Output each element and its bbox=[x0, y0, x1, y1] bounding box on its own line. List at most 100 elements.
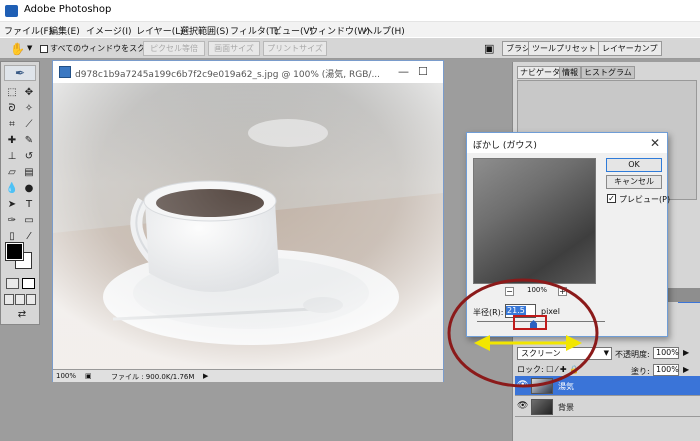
screen-mode-3-icon[interactable] bbox=[26, 294, 36, 305]
radius-slider-track[interactable] bbox=[477, 321, 605, 322]
menu-edit[interactable]: 編集(E) bbox=[49, 24, 80, 37]
zoom-out-button[interactable]: − bbox=[505, 287, 514, 296]
menu-image[interactable]: イメージ(I) bbox=[86, 24, 132, 37]
crop-tool-icon[interactable]: ⌗ bbox=[4, 118, 20, 132]
print-size-button[interactable]: プリントサイズ bbox=[263, 41, 327, 56]
app-title: Adobe Photoshop bbox=[24, 4, 112, 15]
magic-wand-icon[interactable]: ✧ bbox=[21, 102, 37, 116]
layer-row[interactable]: 👁 背景 bbox=[515, 397, 700, 417]
lasso-tool-icon[interactable]: ᘐ bbox=[4, 102, 20, 116]
gradient-tool-icon[interactable]: ▤ bbox=[21, 166, 37, 180]
eye-icon[interactable]: 👁 bbox=[517, 401, 528, 411]
quickmask-mode-icon[interactable] bbox=[22, 278, 35, 289]
image-canvas[interactable] bbox=[53, 83, 443, 369]
notes-tool-icon[interactable]: ▯ bbox=[4, 230, 20, 244]
brush-tool-icon[interactable]: ✎ bbox=[21, 134, 37, 148]
standard-mode-icon[interactable] bbox=[6, 278, 19, 289]
menu-filter[interactable]: フィルタ(T) bbox=[230, 24, 278, 37]
menu-help[interactable]: ヘルプ(H) bbox=[364, 24, 405, 37]
hand-tool-icon[interactable]: ✋ bbox=[10, 42, 25, 56]
screen-mode-2-icon[interactable] bbox=[15, 294, 25, 305]
chevron-down-icon[interactable]: ▼ bbox=[27, 44, 32, 52]
menu-view[interactable]: ビュー(V) bbox=[273, 24, 313, 37]
opacity-label: 不透明度: bbox=[615, 350, 650, 359]
zoom-in-button[interactable]: + bbox=[558, 287, 567, 296]
layer-name: 背景 bbox=[558, 403, 574, 412]
image-file-icon bbox=[59, 66, 71, 78]
blend-mode-select[interactable]: スクリーン ▼ bbox=[517, 347, 612, 360]
dialog-title: ぼかし (ガウス) bbox=[473, 141, 537, 151]
pen-tool-icon[interactable]: ✑ bbox=[4, 214, 20, 228]
lock-row: ロック: ☐ ⁄ ✚ 🔒 bbox=[517, 364, 579, 375]
tab-tool-presets[interactable]: ツールプリセット bbox=[528, 41, 600, 56]
gaussian-blur-dialog: ぼかし (ガウス) ✕ − 100% + OK キャンセル ✓ プレビュー(P)… bbox=[466, 132, 671, 337]
stamp-tool-icon[interactable]: ⊥ bbox=[4, 150, 20, 164]
jump-to-imageready-icon[interactable]: ⇄ bbox=[11, 308, 33, 322]
play-icon[interactable]: ▶ bbox=[203, 372, 208, 380]
zoom-level[interactable]: 100% bbox=[56, 372, 76, 380]
preview-label: プレビュー(P) bbox=[619, 195, 671, 204]
history-brush-icon[interactable]: ↺ bbox=[21, 150, 37, 164]
scroll-all-checkbox[interactable] bbox=[40, 45, 48, 53]
menu-window[interactable]: ウィンドウ(W) bbox=[309, 24, 370, 37]
photoshop-icon bbox=[5, 5, 18, 17]
type-tool-icon[interactable]: T bbox=[21, 198, 37, 212]
fit-screen-button[interactable]: 画面サイズ bbox=[208, 41, 260, 56]
menu-layer[interactable]: レイヤー(L) bbox=[136, 24, 184, 37]
layer-thumbnail bbox=[531, 399, 553, 415]
shape-tool-icon[interactable]: ▭ bbox=[21, 214, 37, 228]
opacity-input[interactable]: 100% bbox=[653, 347, 679, 359]
cancel-button[interactable]: キャンセル bbox=[606, 175, 662, 189]
blur-tool-icon[interactable]: 💧 bbox=[4, 182, 20, 196]
blur-preview[interactable] bbox=[473, 158, 596, 284]
opacity-arrow-icon[interactable]: ▶ bbox=[683, 348, 689, 357]
healing-brush-icon[interactable]: ✚ bbox=[4, 134, 20, 148]
slice-tool-icon[interactable]: ⟋ bbox=[21, 118, 37, 132]
path-select-icon[interactable]: ➤ bbox=[4, 198, 20, 212]
actual-pixels-button[interactable]: ピクセル等倍 bbox=[143, 41, 205, 56]
foreground-color-swatch[interactable] bbox=[5, 242, 24, 261]
marquee-tool-icon[interactable]: ⬚ bbox=[4, 86, 20, 100]
coffee-photo bbox=[53, 83, 443, 369]
layer-name: 湯気 bbox=[558, 382, 574, 391]
dialog-title-bar[interactable]: ぼかし (ガウス) ✕ bbox=[467, 133, 667, 153]
eraser-tool-icon[interactable]: ▱ bbox=[4, 166, 20, 180]
close-icon[interactable]: ✕ bbox=[650, 136, 660, 150]
palette-well-icon[interactable]: ▣ bbox=[484, 42, 494, 55]
tab-histogram[interactable]: ヒストグラム bbox=[581, 66, 635, 79]
dodge-tool-icon[interactable]: ● bbox=[21, 182, 37, 196]
arrow-left-head bbox=[474, 335, 490, 351]
document-title: d978c1b9a7245a199c6b7f2c9e019a62_s.jpg @… bbox=[75, 70, 381, 80]
eye-icon[interactable]: 👁 bbox=[517, 380, 528, 390]
lock-icons[interactable]: ☐ ⁄ ✚ 🔒 bbox=[546, 365, 579, 374]
preview-checkbox[interactable]: ✓ bbox=[607, 194, 616, 203]
radius-label: 半径(R): bbox=[473, 308, 504, 317]
nav-icon[interactable]: ▣ bbox=[85, 372, 92, 380]
radius-unit: pixel bbox=[541, 307, 560, 316]
layer-thumbnail bbox=[531, 378, 553, 394]
layer-row[interactable]: 👁 湯気 bbox=[515, 376, 700, 396]
chevron-down-icon: ▼ bbox=[603, 349, 609, 357]
toolbox: ✒ ⬚ ✥ ᘐ ✧ ⌗ ⟋ ✚ ✎ ⊥ ↺ ▱ ▤ 💧 ● ➤ T ✑ ▭ ▯ … bbox=[0, 61, 40, 325]
document-title-bar[interactable]: d978c1b9a7245a199c6b7f2c9e019a62_s.jpg @… bbox=[53, 61, 443, 83]
tab-layer-comps[interactable]: レイヤーカンプ bbox=[598, 41, 662, 56]
fill-arrow-icon[interactable]: ▶ bbox=[683, 365, 689, 374]
document-window: d978c1b9a7245a199c6b7f2c9e019a62_s.jpg @… bbox=[52, 60, 444, 382]
file-size-info: ファイル : 900.0K/1.76M bbox=[111, 373, 195, 381]
tab-navigator[interactable]: ナビゲータ bbox=[517, 66, 563, 79]
eyedropper-icon[interactable]: ⁄ bbox=[21, 230, 37, 244]
tab-info[interactable]: 情報 bbox=[559, 66, 581, 79]
move-tool-icon[interactable]: ✥ bbox=[21, 86, 37, 100]
preview-zoom: 100% bbox=[527, 286, 548, 294]
menu-bar: ファイル(F) 編集(E) イメージ(I) レイヤー(L) 選択範囲(S) フィ… bbox=[0, 22, 700, 37]
ok-button[interactable]: OK bbox=[606, 158, 662, 172]
screen-mode-1-icon[interactable] bbox=[4, 294, 14, 305]
menu-file[interactable]: ファイル(F) bbox=[4, 24, 52, 37]
radius-input[interactable]: 21.5 bbox=[505, 304, 536, 318]
minimize-icon[interactable]: — bbox=[398, 65, 409, 78]
fill-input[interactable]: 100% bbox=[653, 364, 679, 376]
maximize-icon[interactable]: ☐ bbox=[418, 65, 428, 78]
feather-icon[interactable]: ✒ bbox=[4, 65, 36, 81]
radius-value: 21.5 bbox=[506, 306, 526, 315]
menu-select[interactable]: 選択範囲(S) bbox=[180, 24, 229, 37]
